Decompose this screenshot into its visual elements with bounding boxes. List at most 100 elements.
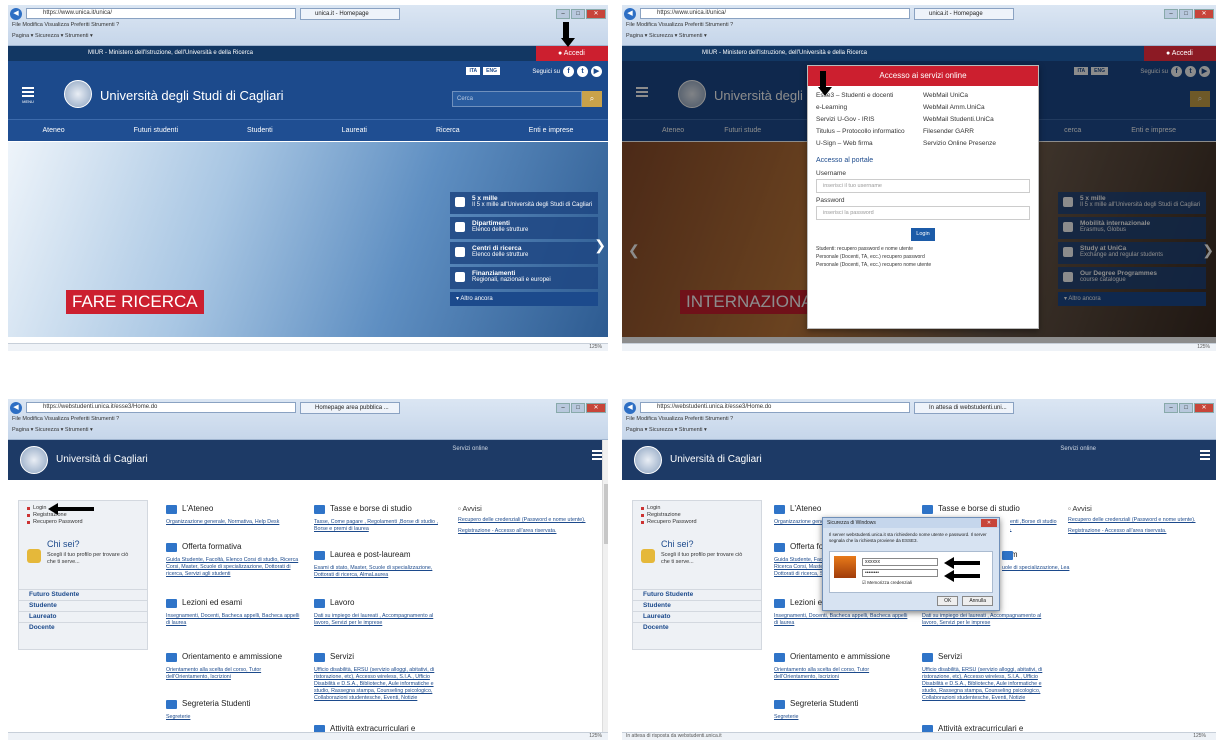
password-field[interactable]: •••••••• [862, 569, 938, 577]
service-webmail-studenti-link[interactable]: WebMail Studenti.UniCa [923, 116, 1030, 123]
category-title[interactable]: Tasse e borse di studio [922, 504, 1057, 516]
login-link[interactable]: Login [633, 505, 761, 512]
recupero-password-link[interactable]: Recupero Password [633, 519, 761, 526]
category-title[interactable]: Laurea e post-lauream [314, 550, 449, 562]
role-docente[interactable]: Docente [19, 622, 147, 633]
annulla-button[interactable]: Annulla [962, 596, 993, 606]
maximize-icon[interactable]: □ [1179, 402, 1193, 413]
role-studente[interactable]: Studente [633, 600, 761, 611]
username-field[interactable]: xxxxxx [862, 558, 938, 566]
browser-tab[interactable]: unica.it - Homepage [914, 7, 1014, 20]
ok-button[interactable]: OK [937, 596, 959, 606]
category-title[interactable]: eam [1002, 550, 1137, 562]
login-button[interactable]: Login [911, 228, 935, 241]
category-links[interactable]: Organizzazione generale, Normativa, Help… [166, 519, 301, 526]
avviso-link[interactable]: Recupero delle credenziali (Password e n… [458, 517, 588, 524]
recupero-password-link[interactable]: Recupero Password [19, 519, 147, 526]
service-ugov-link[interactable]: Servizi U-Gov - IRIS [816, 116, 923, 123]
avviso-link[interactable]: Registrazione - Accesso all'area riserva… [458, 528, 588, 535]
service-webmail-link[interactable]: WebMail UniCa [923, 92, 1030, 99]
service-titulus-link[interactable]: Titulus – Protocollo informatico [816, 128, 923, 135]
category-links[interactable]: Insegnamenti, Docenti, Bacheca appelli, … [166, 613, 301, 627]
category-title[interactable]: Segreteria Studenti [774, 699, 909, 711]
command-bar[interactable]: Pagina ▾ Sicurezza ▾ Strumenti ▾ [626, 33, 707, 39]
close-icon[interactable]: ✕ [1194, 402, 1214, 413]
maximize-icon[interactable]: □ [571, 8, 585, 19]
category-title[interactable]: Servizi [314, 652, 449, 664]
back-icon[interactable]: ◀ [624, 7, 636, 20]
command-bar[interactable]: Pagina ▾ Sicurezza ▾ Strumenti ▾ [626, 427, 707, 433]
minimize-icon[interactable]: – [556, 8, 570, 19]
chevron-right-icon[interactable]: ❯ [594, 237, 606, 254]
hero-banner[interactable]: FARE RICERCA 5 x mille Il 5 x mille all'U… [8, 142, 608, 337]
role-laureato[interactable]: Laureato [633, 611, 761, 622]
back-icon[interactable]: ◀ [10, 401, 22, 414]
category-links[interactable]: Orientamento alla scelta del corso, Tuto… [166, 667, 301, 681]
close-icon[interactable]: ✕ [586, 402, 606, 413]
category-title[interactable]: Lezioni ed esami [166, 598, 301, 610]
quick-link-dipartimenti[interactable]: Dipartimenti Elenco delle strutture [450, 217, 598, 239]
maximize-icon[interactable]: □ [571, 402, 585, 413]
service-presenze-link[interactable]: Servizio Online Presenze [923, 140, 1030, 147]
browser-tab[interactable]: unica.it - Homepage [300, 7, 400, 20]
dialog-close-icon[interactable]: ✕ [981, 519, 997, 527]
menu-bar[interactable]: File Modifica Visualizza Preferiti Strum… [626, 22, 733, 28]
remember-checkbox[interactable]: ☑ Memorizza credenziali [862, 580, 912, 586]
nav-ateneo[interactable]: Ateneo [42, 127, 64, 134]
service-esse3-link[interactable]: Esse3 – Studenti e docenti [816, 92, 923, 99]
menu-icon[interactable]: MENU [22, 87, 34, 104]
category-links[interactable]: Esami di stato, Master, Scuole di specia… [314, 565, 449, 579]
zoom-level[interactable]: 125% [1197, 344, 1210, 350]
accedi-button[interactable]: ● Accedi [536, 46, 608, 61]
youtube-icon[interactable]: ▶ [591, 66, 602, 77]
category-links[interactable]: uole di specializzazione, Lea [1002, 565, 1137, 572]
recovery-link-username[interactable]: Personale (Docenti, TA, ecc.) recupero n… [808, 261, 1038, 269]
menu-icon[interactable] [592, 450, 602, 462]
browser-tab[interactable]: Homepage area pubblica ... [300, 401, 400, 414]
category-title[interactable]: L'Ateneo [166, 504, 301, 516]
category-title[interactable]: Orientamento e ammissione [166, 652, 301, 664]
hero-tag[interactable]: FARE RICERCA [66, 290, 204, 314]
altro-ancora-button[interactable]: ▾ Altro ancora [450, 292, 598, 306]
address-bar[interactable]: https://www.unica.it/unica/ [640, 8, 910, 19]
search-icon[interactable]: ⌕ [582, 91, 602, 107]
nav-enti-imprese[interactable]: Enti e imprese [529, 127, 574, 134]
service-filesender-link[interactable]: Filesender GARR [923, 128, 1030, 135]
role-docente[interactable]: Docente [633, 622, 761, 633]
search-input[interactable]: Cerca [452, 91, 582, 107]
close-icon[interactable]: ✕ [1194, 8, 1214, 19]
minimize-icon[interactable]: – [1164, 402, 1178, 413]
facebook-icon[interactable]: f [563, 66, 574, 77]
zoom-level[interactable]: 125% [589, 344, 602, 350]
recovery-link-password[interactable]: Personale (Docenti, TA, ecc.) recupero p… [808, 253, 1038, 261]
category-title[interactable]: Lavoro [314, 598, 449, 610]
category-title[interactable]: Segreteria Studenti [166, 699, 301, 711]
category-links[interactable]: Ufficio disabilità, ERSU (servizio allog… [922, 667, 1057, 702]
quick-link-centri[interactable]: Centri di ricerca Elenco delle strutture [450, 242, 598, 264]
category-links[interactable]: Guida Studente, Facoltà, Elenco Corsi di… [166, 557, 301, 578]
command-bar[interactable]: Pagina ▾ Sicurezza ▾ Strumenti ▾ [12, 427, 93, 433]
service-elearning-link[interactable]: e-Learning [816, 104, 923, 111]
role-futuro-studente[interactable]: Futuro Studente [19, 589, 147, 600]
category-links[interactable]: Segreterie [774, 714, 909, 721]
password-input[interactable]: inserisci la password [816, 206, 1030, 220]
category-links[interactable]: Insegnamenti, Docenti, Bacheca appelli, … [774, 613, 909, 627]
address-bar[interactable]: https://webstudenti.unica.it/esse3/Home.… [26, 402, 296, 413]
role-studente[interactable]: Studente [19, 600, 147, 611]
category-title[interactable]: Servizi [922, 652, 1057, 664]
category-title[interactable]: Tasse e borse di studio [314, 504, 449, 516]
menu-icon[interactable] [1200, 450, 1210, 462]
close-icon[interactable]: ✕ [586, 8, 606, 19]
avviso-link[interactable]: Registrazione - Accesso all'area riserva… [1068, 528, 1198, 535]
browser-tab[interactable]: In attesa di webstudenti.uni... [914, 401, 1014, 414]
zoom-level[interactable]: 125% [589, 733, 602, 739]
menu-bar[interactable]: File Modifica Visualizza Preferiti Strum… [626, 416, 733, 422]
maximize-icon[interactable]: □ [1179, 8, 1193, 19]
recovery-link-studenti[interactable]: Studenti: recupero password e nome utent… [808, 245, 1038, 253]
back-icon[interactable]: ◀ [624, 401, 636, 414]
address-bar[interactable]: https://webstudenti.unica.it/esse3/Home.… [640, 402, 910, 413]
menu-bar[interactable]: File Modifica Visualizza Preferiti Strum… [12, 22, 119, 28]
quick-link-finanziamenti[interactable]: Finanziamenti Regionali, nazionali e euro… [450, 267, 598, 289]
role-laureato[interactable]: Laureato [19, 611, 147, 622]
minimize-icon[interactable]: – [556, 402, 570, 413]
